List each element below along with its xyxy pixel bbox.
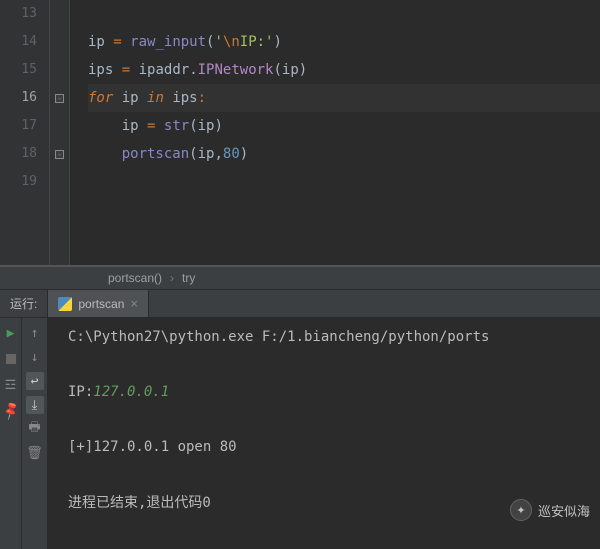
stop-icon[interactable] (2, 350, 20, 368)
chevron-right-icon: › (170, 271, 174, 285)
console-line (68, 411, 600, 431)
arrow-up-icon[interactable]: ↑ (26, 324, 44, 342)
run-tab[interactable]: portscan × (47, 290, 149, 317)
line-number: 17 (0, 112, 37, 140)
code-token: ip (282, 62, 299, 78)
breadcrumb-item[interactable]: try (182, 271, 195, 285)
watermark: ✦ 巡安似海 (510, 499, 590, 521)
code-token: ip (198, 118, 215, 134)
breadcrumb-item[interactable]: portscan() (108, 271, 162, 285)
run-label: 运行: (0, 295, 47, 312)
code-token: ips (172, 90, 197, 106)
code-token: ips (88, 62, 113, 78)
code-token: ip (88, 34, 105, 50)
code-token: 80 (223, 146, 240, 162)
line-number: 19 (0, 168, 37, 196)
arrow-down-icon[interactable]: ↓ (26, 348, 44, 366)
code-token: str (164, 118, 189, 134)
code-token: in (147, 90, 164, 106)
code-token: ip (122, 118, 139, 134)
line-number: 13 (0, 0, 37, 28)
line-number: 15 (0, 56, 37, 84)
watermark-text: 巡安似海 (538, 501, 590, 520)
run-icon[interactable]: ▶ (2, 324, 20, 342)
print-icon[interactable]: 🖶 (26, 420, 44, 438)
line-number-gutter: 13 14 15 16 17 18 19 (0, 0, 50, 265)
run-panel-header: 运行: portscan × (0, 290, 600, 318)
layout-icon[interactable]: ☲ (2, 376, 20, 394)
code-token: ip (198, 146, 215, 162)
line-number: 14 (0, 28, 37, 56)
code-token: for (88, 90, 113, 106)
code-token: portscan (122, 146, 189, 162)
console-line: [+]127.0.0.1 open 80 (68, 438, 600, 458)
code-token: ipaddr (139, 62, 190, 78)
console-line: C:\Python27\python.exe F:/1.biancheng/py… (68, 328, 600, 348)
code-text-area[interactable]: ip = raw_input('\nIP:') ips = ipaddr.IPN… (70, 0, 600, 265)
console-line (68, 356, 600, 376)
run-tab-label: portscan (78, 297, 124, 311)
line-number: 18 (0, 140, 37, 168)
fold-start-icon[interactable]: - (55, 94, 64, 103)
run-toolbar-right: ↑ ↓ ↩ ⤓ 🖶 🗑 (22, 318, 48, 549)
code-editor: 13 14 15 16 17 18 19 - - ip = raw_input(… (0, 0, 600, 266)
code-token: ip (122, 90, 139, 106)
wechat-icon: ✦ (510, 499, 532, 521)
run-toolbar-left: ▶ ☲ 📌 (0, 318, 22, 549)
pin-icon[interactable]: 📌 (0, 399, 23, 424)
code-token: raw_input (130, 34, 206, 50)
fold-end-icon[interactable]: - (55, 150, 64, 159)
wrap-icon[interactable]: ↩ (26, 372, 44, 390)
console-line (68, 466, 600, 486)
code-token: \n (223, 34, 240, 50)
close-icon[interactable]: × (130, 296, 138, 311)
fold-gutter: - - (50, 0, 70, 265)
breadcrumb: portscan() › try (0, 266, 600, 290)
python-icon (58, 297, 72, 311)
code-token: ' (214, 34, 222, 50)
trash-icon[interactable]: 🗑 (26, 444, 44, 462)
code-token: IP:' (240, 34, 274, 50)
line-number: 16 (0, 84, 37, 112)
code-token: IPNetwork (198, 62, 274, 78)
scroll-end-icon[interactable]: ⤓ (26, 396, 44, 414)
console-line: IP:127.0.0.1 (68, 383, 600, 403)
